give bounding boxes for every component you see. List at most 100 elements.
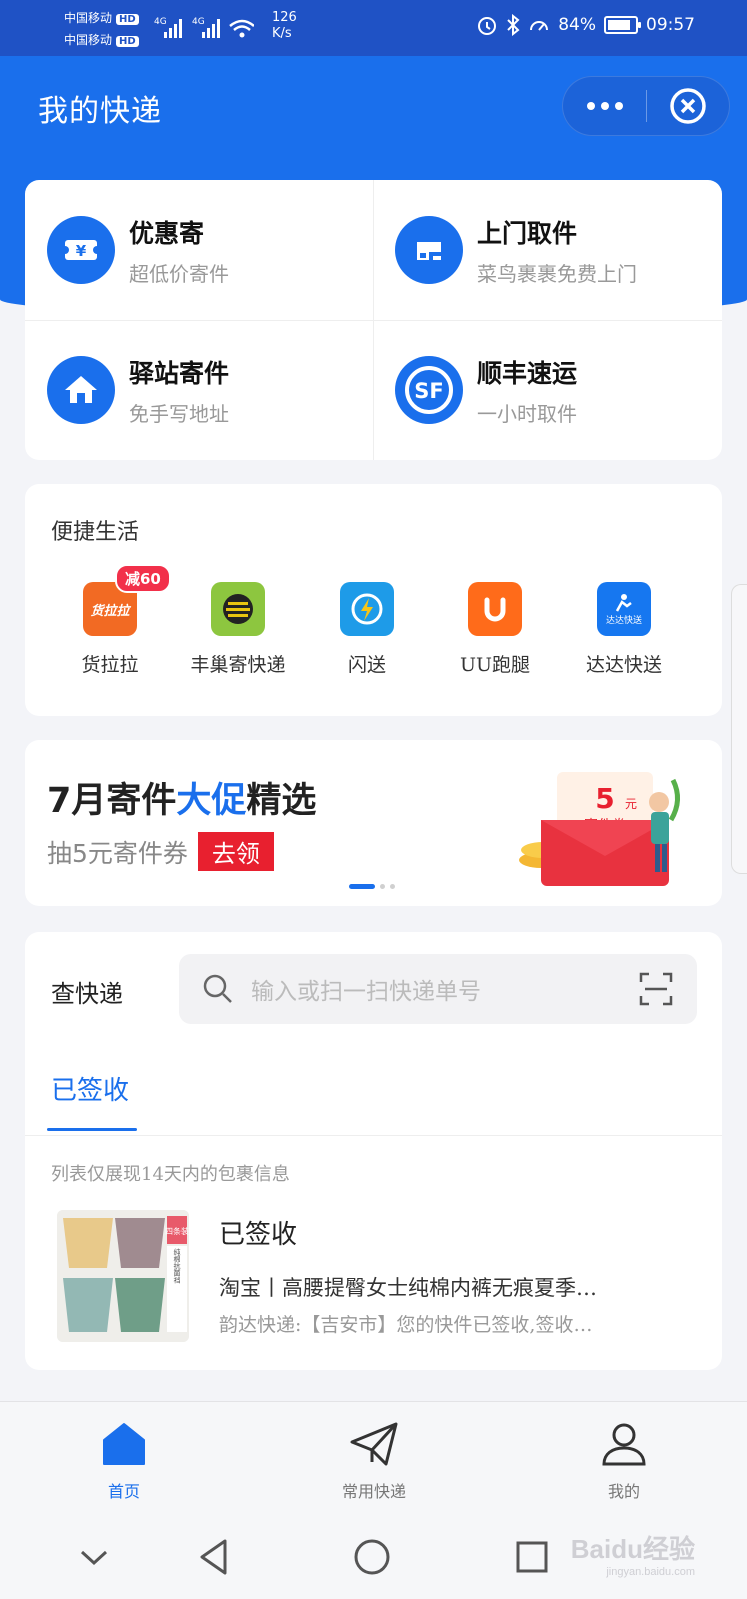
bluetooth-icon [507,14,520,36]
tab-underline [47,1128,137,1131]
red-envelope-illustration: 5 元 寄件券 [519,772,680,886]
carrier-2: 中国移动 [64,33,113,47]
nav-collapse-button[interactable] [72,1535,116,1579]
carrier-info: 中国移动 HD 中国移动 HD [64,8,139,52]
service-discount-send[interactable]: ¥ 优惠寄超低价寄件 [25,180,373,320]
mini-program-capsule [562,76,730,136]
service-sf-express[interactable]: SF 顺丰速运一小时取件 [373,320,721,460]
hd-badge: HD [116,36,139,47]
hd-badge: HD [116,14,139,25]
tab-label: 常用快递 [341,1482,406,1501]
scan-icon[interactable] [639,972,673,1006]
dada-logo-icon: 达达快送 [597,582,651,636]
service-subtitle: 菜鸟裹裹免费上门 [477,261,637,286]
tracking-label: 查快递 [51,980,123,1008]
status-bar: 中国移动 HD 中国移动 HD 4G 4G 126 K/s 84% 09:57 [0,0,747,56]
service-station-send[interactable]: 驿站寄件 免手写地址 [25,320,373,460]
more-button[interactable] [563,76,646,136]
recents-square-icon [516,1541,548,1573]
house-icon [47,356,115,424]
life-item-shansong[interactable]: 闪送 [302,582,432,677]
clock: 09:57 [646,15,695,35]
battery-percent: 84% [558,15,596,35]
tab-signed[interactable]: 已签收 [51,1070,129,1107]
fengchao-logo-icon [211,582,265,636]
svg-text:四条装: 四条装 [165,1226,189,1236]
tab-home[interactable]: 首页 [44,1420,204,1502]
tracking-search-input[interactable]: 输入或扫一扫快递单号 [179,954,697,1024]
service-title: 驿站寄件 [129,358,230,388]
life-item-label: 闪送 [347,654,386,676]
huolala-logo-icon: 货拉拉 减60 [83,564,171,636]
home-circle-icon [354,1539,390,1575]
life-item-fengchao[interactable]: 丰巢寄快递 [173,582,303,677]
service-title: 上门取件 [477,218,578,248]
signal-wifi-icon: 4G 4G [154,17,254,38]
service-card: ¥ 优惠寄超低价寄件 上门取件菜鸟裹裹免费上门 驿站寄件免手写地址 SF 顺丰速… [25,180,722,460]
user-icon [602,1423,646,1466]
battery-icon [604,16,641,34]
package-thumbnail[interactable]: 四条装 纯棉抗菌裆 [57,1210,189,1342]
tab-label: 我的 [607,1482,640,1501]
close-circle-icon [670,88,706,124]
life-item-label: UU跑腿 [459,654,531,676]
shansong-logo-icon [340,582,394,636]
service-subtitle: 免手写地址 [129,401,229,426]
list-note: 列表仅展现14天内的包裹信息 [51,1164,290,1185]
life-item-label: 达达快送 [585,654,662,676]
back-triangle-icon [200,1539,227,1575]
service-door-pickup[interactable]: 上门取件菜鸟裹裹免费上门 [373,180,721,320]
life-item-label: 货拉拉 [81,654,139,676]
service-title: 优惠寄 [129,218,205,248]
baidu-watermark: Baidu经验 jingyan.baidu.com [570,1534,695,1578]
paper-plane-icon [350,1422,398,1466]
svg-text:4G: 4G [192,17,205,27]
sf-logo-icon: SF [395,356,463,424]
tab-label: 首页 [107,1482,140,1501]
promo-banner[interactable]: 7月寄件大促精选 抽5元寄件券 去领 5 元 寄件券 [25,740,722,906]
life-item-dada[interactable]: 达达快送 达达快送 [559,582,689,677]
package-description: 韵达快递:【吉安市】您的快件已签收,签收… [219,1314,593,1336]
tab-mine[interactable]: 我的 [544,1420,704,1502]
promo-title: 7月寄件大促精选 [47,781,317,821]
life-item-label: 丰巢寄快递 [190,654,286,676]
svg-text:4G: 4G [154,17,167,27]
divider [25,1135,722,1136]
side-scroll-handle[interactable] [731,584,747,874]
svg-text:纯棉抗菌裆: 纯棉抗菌裆 [173,1248,181,1285]
system-nav-bar: Baidu经验 jingyan.baidu.com [0,1513,747,1599]
ticket-yen-icon: ¥ [47,216,115,284]
bottom-tab-bar: 首页 常用快递 我的 [0,1401,747,1513]
convenient-life-card: 便捷生活 货拉拉 减60 货拉拉 丰巢寄快递 闪送 UU跑腿 达达快送 达达快送 [25,484,722,716]
nav-back-button[interactable] [192,1535,236,1579]
life-item-uu[interactable]: UU跑腿 [430,582,560,677]
life-item-huolala[interactable]: 货拉拉 减60 货拉拉 [45,564,175,677]
svg-text:SF: SF [414,379,443,403]
network-speed: 126 K/s [272,10,297,41]
nav-recents-button[interactable] [510,1535,554,1579]
speedometer-icon [530,21,549,31]
tab-frequent-express[interactable]: 常用快递 [294,1420,454,1502]
section-title: 便捷生活 [51,520,140,545]
package-title[interactable]: 淘宝丨高腰提臀女士纯棉内裤无痕夏季… [219,1272,679,1302]
package-status: 已签收 [219,1220,298,1250]
uu-logo-icon [468,582,522,636]
svg-text:5: 5 [595,782,614,815]
pickup-icon [395,216,463,284]
service-subtitle: 超低价寄件 [129,261,229,286]
promo-subtitle: 抽5元寄件券 去领 [47,832,274,871]
alarm-icon [478,17,497,35]
chevron-down-icon [80,1550,108,1566]
tracking-card: 查快递 输入或扫一扫快递单号 已签收 列表仅展现14天内的包裹信息 四条装 纯棉… [25,932,722,1370]
page-title: 我的快递 [38,94,162,129]
close-button[interactable] [647,76,729,136]
discount-badge: 减60 [115,564,171,593]
svg-text:元: 元 [625,797,637,811]
service-subtitle: 一小时取件 [477,401,577,426]
nav-home-button[interactable] [350,1535,394,1579]
service-title: 顺丰速运 [477,358,578,388]
carrier-1: 中国移动 [64,11,113,25]
search-placeholder: 输入或扫一扫快递单号 [251,979,481,1005]
claim-button[interactable]: 去领 [197,832,274,871]
svg-text:¥: ¥ [76,242,87,260]
